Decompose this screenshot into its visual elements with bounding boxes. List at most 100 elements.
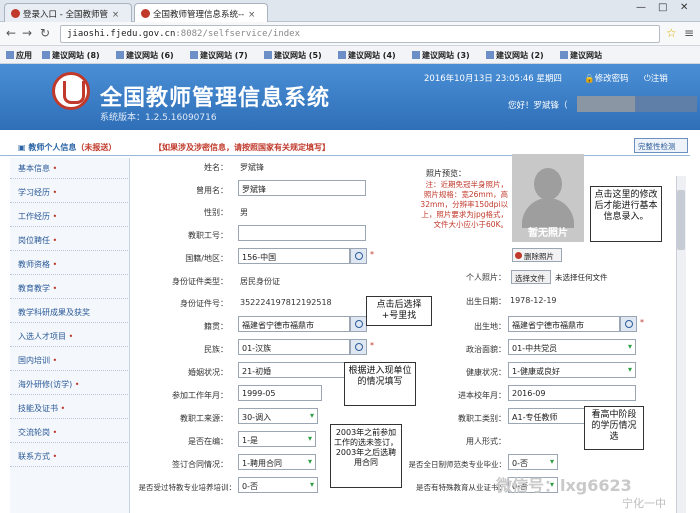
source-label: 教职工来源：: [180, 414, 228, 423]
bookmark-item[interactable]: 建议网站 (4): [338, 50, 396, 61]
staff-no-input[interactable]: [238, 225, 366, 241]
sidebar-item-exchange[interactable]: 交流轮岗 •: [10, 422, 128, 443]
workstart-input[interactable]: 1999-05: [238, 385, 322, 401]
sidebar-item-domestic-training[interactable]: 国内培训 •: [10, 350, 128, 371]
sidebar-item-research[interactable]: 教学科研成果及获奖: [10, 302, 128, 323]
callout-contract-hint: 2003年之前参加工作的选未签订，2003年之后选聘用合同: [330, 424, 402, 488]
tab-login[interactable]: 登录入口 - 全国教师管 ×: [4, 3, 132, 22]
current-datetime: 2016年10月13日 23:05:46 星期四: [424, 74, 562, 84]
site-favicon-icon: [141, 9, 150, 18]
alias-label: 曾用名：: [196, 186, 228, 195]
folder-icon: [42, 51, 50, 59]
sidebar: 基本信息 • 学习经历 • 工作经历 • 岗位聘任 • 教师资格 • 教育教学 …: [10, 158, 130, 513]
scrollbar-thumb[interactable]: [677, 190, 685, 250]
political-select[interactable]: 01-中共党员 ▾: [508, 339, 636, 355]
required-marker: *: [370, 341, 374, 350]
search-icon[interactable]: [350, 248, 367, 264]
lock-icon: 🔒: [584, 74, 595, 84]
close-icon[interactable]: ×: [248, 10, 255, 20]
bookmark-item[interactable]: 建议网站 (8): [42, 50, 100, 61]
sidebar-item-contact[interactable]: 联系方式 •: [10, 446, 128, 467]
special-training-select[interactable]: 0-否 ▾: [238, 477, 318, 493]
gender-value: 男: [240, 208, 248, 217]
minimize-icon[interactable]: —: [636, 2, 646, 13]
sidebar-item-study[interactable]: 学习经历 •: [10, 182, 128, 203]
page-title: 全国教师管理信息系统: [100, 86, 331, 111]
back-icon[interactable]: ←: [6, 26, 16, 40]
menu-icon[interactable]: ≡: [684, 26, 694, 40]
health-select[interactable]: 1-健康或良好 ▾: [508, 362, 636, 378]
sidebar-item-overseas[interactable]: 海外研修(访学) •: [10, 374, 128, 395]
search-icon[interactable]: [350, 316, 367, 332]
bookmark-item[interactable]: 建议网站 (3): [412, 50, 470, 61]
bookmark-item[interactable]: 建议网站 (7): [190, 50, 248, 61]
sidebar-item-work[interactable]: 工作经历 •: [10, 206, 128, 227]
bookmarks-bar: 应用 建议网站 (8) 建议网站 (6) 建议网站 (7) 建议网站 (5) 建…: [0, 46, 700, 64]
id-type-label: 身份证件类型：: [172, 277, 228, 286]
search-icon[interactable]: [350, 339, 367, 355]
photo-preview-label: 照片预览：: [426, 169, 466, 178]
url-input[interactable]: jiaoshi.fjedu.gov.cn:8082/selfservice/in…: [60, 25, 660, 43]
nation-input[interactable]: 156-中国: [238, 248, 350, 264]
sidebar-item-basic-info[interactable]: 基本信息 •: [10, 158, 128, 179]
ethnic-input[interactable]: 01-汉族: [238, 339, 350, 355]
staffing-select[interactable]: 1-是 ▾: [238, 431, 316, 447]
integrity-check-button[interactable]: 完整性检测: [634, 138, 688, 153]
app-header: 全国教师管理信息系统 系统版本：1.2.5.16090716 2016年10月1…: [0, 64, 700, 130]
close-icon[interactable]: ×: [112, 10, 119, 20]
join-school-input[interactable]: 2016-09: [508, 385, 636, 401]
id-no-label: 身份证件号：: [180, 299, 228, 308]
secrecy-notice: 【如果涉及涉密信息，请按照国家有关规定填写】: [154, 143, 330, 152]
folder-icon: [190, 51, 198, 59]
change-password-link[interactable]: 🔒修改密码: [584, 72, 629, 84]
full-time-grad-select[interactable]: 0-否 ▾: [508, 454, 558, 470]
apps-icon: [6, 51, 14, 59]
delete-photo-button[interactable]: 删除照片: [512, 248, 562, 262]
sidebar-item-post[interactable]: 岗位聘任 •: [10, 230, 128, 251]
contract-select[interactable]: 1-聘用合同 ▾: [238, 454, 316, 470]
special-training-label: 是否受过特教专业培养培训：: [138, 483, 237, 492]
sidebar-item-teaching[interactable]: 教育教学 •: [10, 278, 128, 299]
choose-file-button[interactable]: 选择文件: [511, 270, 551, 284]
alias-input[interactable]: 罗斌锋: [238, 180, 366, 196]
chevron-down-icon: ▾: [309, 411, 314, 420]
folder-icon: [116, 51, 124, 59]
search-icon[interactable]: [620, 316, 637, 332]
callout-origin-hint: 点击后选择+号里找: [366, 296, 432, 326]
special-edu-label: 是否有特殊教育从业证书：: [416, 483, 506, 492]
bookmark-item[interactable]: 建议网站 (6): [116, 50, 174, 61]
birthplace-input[interactable]: 福建省宁德市福鼎市: [508, 316, 620, 332]
political-label: 政治面貌：: [466, 345, 506, 354]
id-no-value: 352224197812192518: [240, 298, 332, 307]
sidebar-item-skills[interactable]: 技能及证书 •: [10, 398, 128, 419]
staff-type-label: 教职工类别：: [458, 414, 506, 423]
tab-system[interactable]: 全国教师管理信息系统-- ×: [134, 3, 268, 22]
chevron-down-icon: ▾: [549, 457, 554, 466]
callout-grad-hint: 看高中阶段的学历情况选: [584, 406, 644, 450]
reload-icon[interactable]: ↻: [40, 26, 50, 40]
no-photo-text: 暂无照片: [528, 228, 568, 239]
bookmark-item[interactable]: 建议网站 (5): [264, 50, 322, 61]
avatar-head: [534, 168, 562, 200]
sidebar-item-qualification[interactable]: 教师资格 •: [10, 254, 128, 275]
bookmark-item[interactable]: 建议网站: [560, 50, 602, 61]
power-icon: ⏻: [644, 74, 651, 84]
logout-link[interactable]: ⏻注销: [644, 72, 668, 84]
folder-icon: [264, 51, 272, 59]
maximize-icon[interactable]: □: [658, 2, 667, 13]
full-time-grad-label: 是否全日制师范类专业毕业：: [408, 460, 507, 469]
address-bar: ← → ↻ jiaoshi.fjedu.gov.cn:8082/selfserv…: [0, 22, 700, 46]
folder-icon: [338, 51, 346, 59]
close-window-icon[interactable]: ✕: [680, 2, 688, 13]
bookmark-item[interactable]: 建议网站 (2): [486, 50, 544, 61]
bookmark-apps[interactable]: 应用: [6, 50, 32, 61]
redacted-block: [577, 96, 635, 112]
bookmark-star-icon[interactable]: ☆: [666, 26, 677, 40]
folder-icon: [412, 51, 420, 59]
chevron-down-icon: ▾: [627, 342, 632, 351]
sidebar-item-talent[interactable]: 入选人才项目 •: [10, 326, 128, 347]
callout-photo-hint: 点击这里的修改后才能进行基本信息录入。: [590, 186, 662, 242]
forward-icon[interactable]: →: [22, 26, 32, 40]
origin-input[interactable]: 福建省宁德市福鼎市: [238, 316, 350, 332]
source-select[interactable]: 30-调入 ▾: [238, 408, 318, 424]
